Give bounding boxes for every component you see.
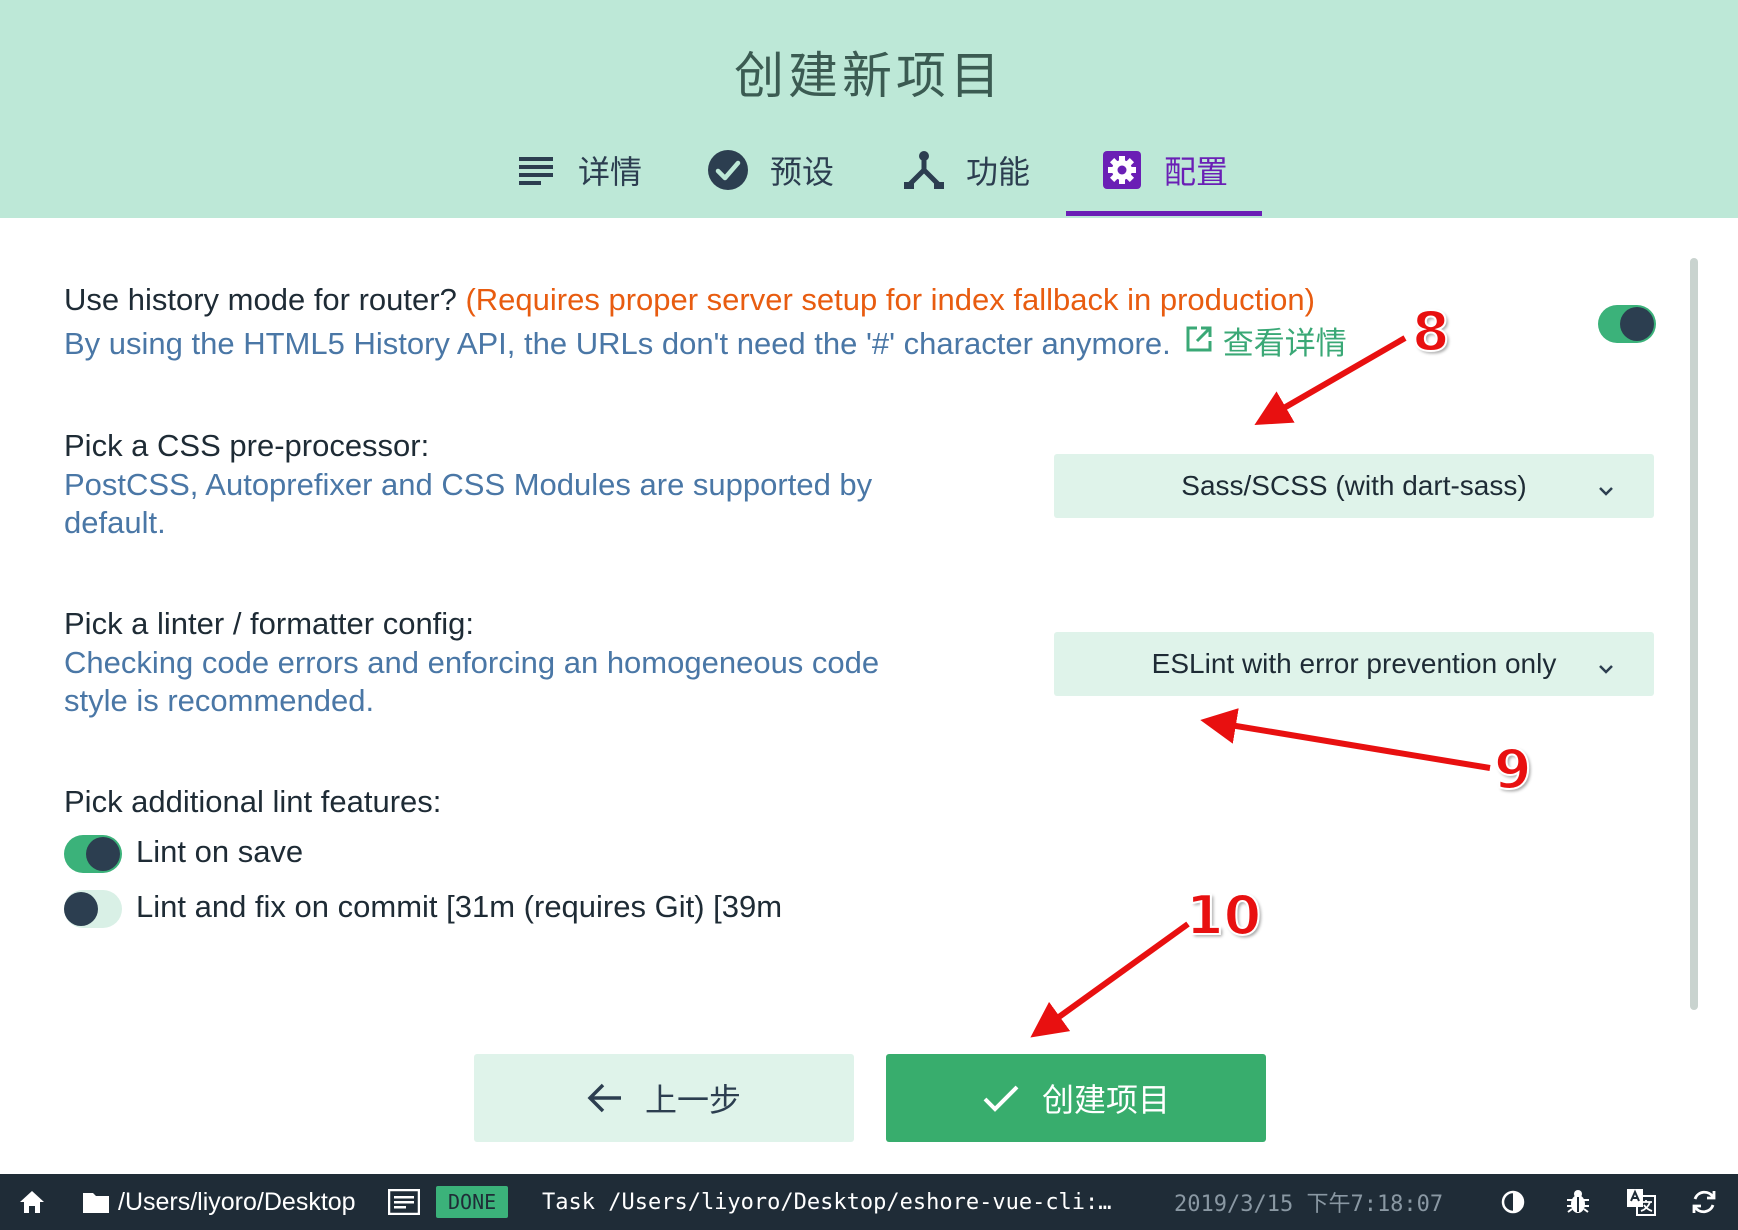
css-description-line2: default. <box>64 505 166 540</box>
linter-config-value: ESLint with error prevention only <box>1151 648 1557 679</box>
check-icon <box>983 1085 1019 1112</box>
linter-description: Checking code errors and enforcing an ho… <box>64 644 879 720</box>
lint-features-title: Pick additional lint features: <box>64 784 442 819</box>
css-preprocessor-value: Sass/SCSS (with dart-sass) <box>1181 470 1527 501</box>
list-icon <box>516 150 556 190</box>
timestamp-text: 2019/3/15 下午7:18:07 <box>1174 1192 1444 1217</box>
router-question: Use history mode for router? (Requires p… <box>64 282 1315 318</box>
tab-features-label: 功能 <box>966 153 1031 191</box>
router-description: By using the HTML5 History API, the URLs… <box>64 326 1171 362</box>
toggle-knob <box>86 837 120 871</box>
tab-details[interactable]: 详情 <box>516 140 642 218</box>
css-question-title: Pick a CSS pre-processor: <box>64 428 430 463</box>
folder-path[interactable]: /Users/liyoro/Desktop <box>82 1174 356 1230</box>
annotation-number-8: 8 <box>1411 299 1451 364</box>
tab-details-label: 详情 <box>578 153 643 191</box>
scrollbar[interactable] <box>1690 258 1698 1010</box>
tab-presets-label: 预设 <box>770 153 835 191</box>
linter-description-line2: style is recommended. <box>64 683 375 718</box>
status-badge: DONE <box>436 1186 509 1218</box>
tab-config[interactable]: 配置 <box>1102 140 1228 218</box>
bug-icon[interactable] <box>1564 1174 1592 1230</box>
arrow-left-icon <box>587 1083 621 1113</box>
current-path: /Users/liyoro/Desktop <box>118 1187 356 1216</box>
home-icon[interactable] <box>18 1174 46 1230</box>
lint-on-commit-toggle[interactable] <box>64 890 122 928</box>
lint-on-save-label: Lint on save <box>136 834 304 869</box>
lint-on-save-toggle[interactable] <box>64 835 122 873</box>
css-description-line1: PostCSS, Autoprefixer and CSS Modules ar… <box>64 467 873 502</box>
page-title: 创建新项目 <box>734 47 1004 105</box>
terminal-icon[interactable] <box>388 1174 420 1230</box>
folder-icon <box>83 1193 109 1213</box>
router-warning: (Requires proper server setup for index … <box>465 282 1315 317</box>
chevron-down-icon <box>1596 476 1616 496</box>
router-history-toggle[interactable] <box>1598 305 1656 343</box>
header: 创建新项目 详情 预设 功能 配置 <box>0 0 1738 218</box>
router-description-row: By using the HTML5 History API, the URLs… <box>64 324 1347 368</box>
tab-presets[interactable]: 预设 <box>708 140 834 218</box>
gear-icon <box>1102 150 1142 190</box>
fork-icon <box>904 150 944 190</box>
annotation-number-10: 10 <box>1185 883 1262 948</box>
toggle-knob <box>64 892 98 926</box>
task-status[interactable]: DONE <box>436 1174 509 1230</box>
lint-on-commit-label: Lint and fix on commit [31m (requires Gi… <box>136 889 783 924</box>
chevron-down-icon <box>1596 654 1616 674</box>
router-question-title: Use history mode for router? <box>64 282 457 317</box>
more-info-link[interactable]: 查看详情 <box>1223 326 1347 361</box>
active-tab-indicator <box>1066 211 1262 216</box>
translate-icon[interactable] <box>1626 1174 1656 1230</box>
task-log-text: Task /Users/liyoro/Desktop/eshore-vue-cl… <box>542 1189 1112 1215</box>
external-link-icon <box>1185 324 1213 362</box>
linter-config-select[interactable]: ESLint with error prevention only <box>1054 632 1654 696</box>
task-log[interactable]: Task /Users/liyoro/Desktop/eshore-vue-cl… <box>542 1174 1112 1230</box>
css-description: PostCSS, Autoprefixer and CSS Modules ar… <box>64 466 872 542</box>
dark-mode-icon[interactable] <box>1500 1174 1526 1230</box>
css-preprocessor-select[interactable]: Sass/SCSS (with dart-sass) <box>1054 454 1654 518</box>
status-bar: /Users/liyoro/Desktop DONE Task /Users/l… <box>0 1174 1738 1230</box>
annotation-number-9: 9 <box>1493 737 1533 802</box>
previous-step-label: 上一步 <box>644 1081 741 1119</box>
create-project-button[interactable]: 创建项目 <box>886 1054 1266 1142</box>
refresh-icon[interactable] <box>1690 1174 1718 1230</box>
timestamp: 2019/3/15 下午7:18:07 <box>1174 1174 1443 1230</box>
create-project-label: 创建项目 <box>1041 1081 1170 1119</box>
linter-question-title: Pick a linter / formatter config: <box>64 606 475 641</box>
previous-step-button[interactable]: 上一步 <box>474 1054 854 1142</box>
tab-bar: 详情 预设 功能 配置 <box>0 140 1738 218</box>
tab-config-label: 配置 <box>1164 153 1229 191</box>
linter-description-line1: Checking code errors and enforcing an ho… <box>64 645 880 680</box>
check-circle-icon <box>708 150 748 190</box>
toggle-knob <box>1620 307 1654 341</box>
tab-features[interactable]: 功能 <box>904 140 1030 218</box>
